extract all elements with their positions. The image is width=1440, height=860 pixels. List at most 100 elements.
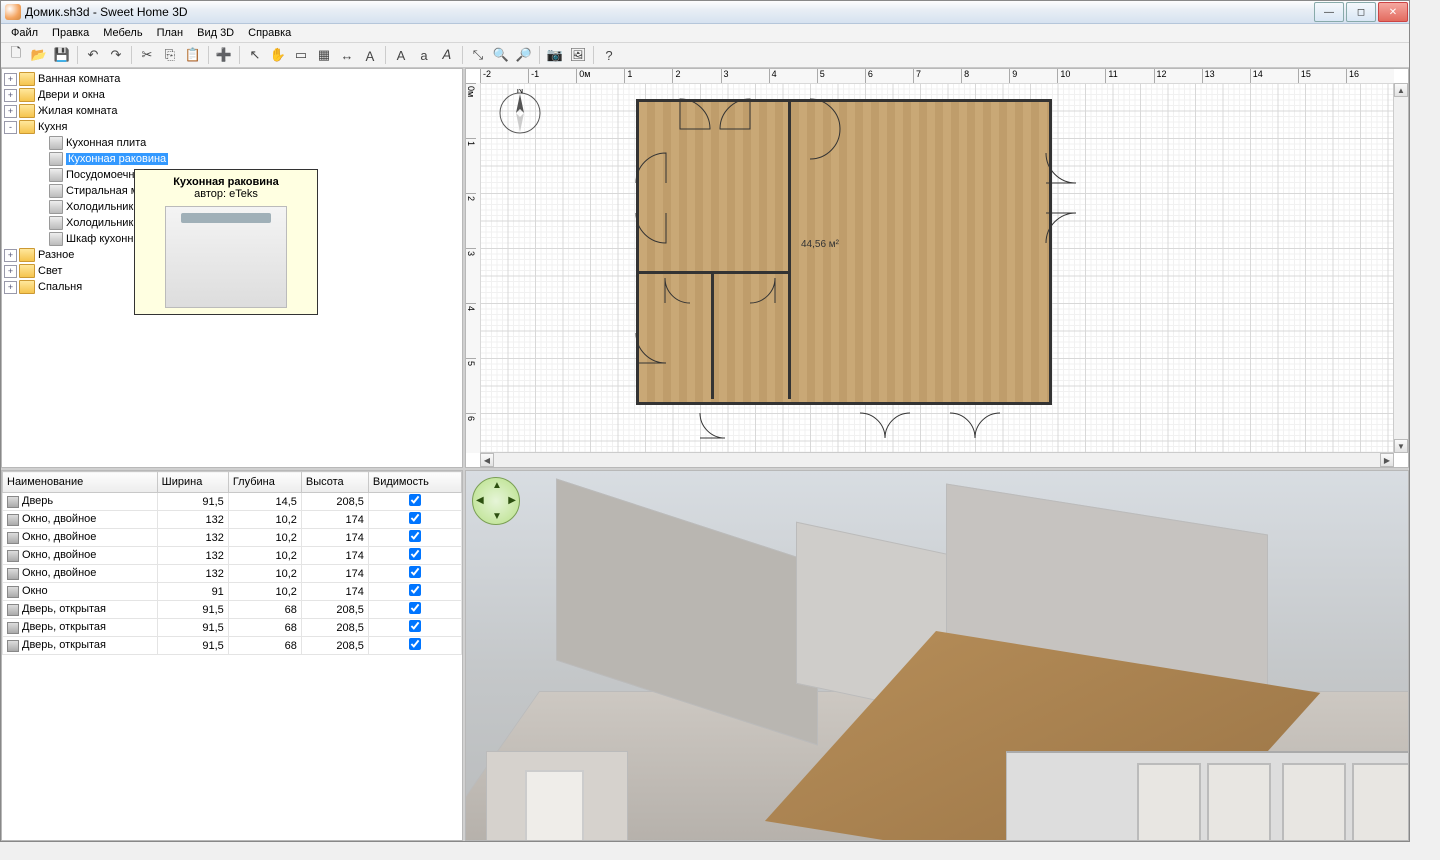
room-button[interactable]: ▦	[313, 44, 335, 66]
italic-a-button[interactable]: 𝘈	[436, 44, 458, 66]
tree-category[interactable]: +Двери и окна	[4, 87, 460, 103]
visibility-checkbox[interactable]	[409, 494, 421, 506]
minimize-button[interactable]: —	[1314, 2, 1344, 22]
cell-width: 132	[157, 511, 228, 529]
tree-category[interactable]: +Ванная комната	[4, 71, 460, 87]
cell-visibility[interactable]	[368, 511, 461, 529]
copy-button[interactable]: ⎘	[159, 44, 181, 66]
table-row[interactable]: Окно, двойное 132 10,2 174	[3, 511, 462, 529]
photo-button[interactable]: 🖼	[567, 44, 589, 66]
scroll-down-icon[interactable]: ▼	[1394, 439, 1408, 453]
column-header[interactable]: Наименование	[3, 472, 158, 493]
table-row[interactable]: Дверь, открытая 91,5 68 208,5	[3, 637, 462, 655]
cell-visibility[interactable]	[368, 493, 461, 511]
menu-план[interactable]: План	[151, 26, 190, 40]
plan-scrollbar-vertical[interactable]: ▲ ▼	[1393, 83, 1408, 453]
table-row[interactable]: Дверь, открытая 91,5 68 208,5	[3, 601, 462, 619]
cell-visibility[interactable]	[368, 601, 461, 619]
table-row[interactable]: Дверь, открытая 91,5 68 208,5	[3, 619, 462, 637]
expand-icon[interactable]: -	[4, 121, 17, 134]
cell-visibility[interactable]	[368, 565, 461, 583]
wall[interactable]	[711, 271, 714, 399]
open-button[interactable]: 📂	[28, 44, 50, 66]
save-button[interactable]: 💾	[51, 44, 73, 66]
close-button[interactable]: ✕	[1378, 2, 1408, 22]
visibility-checkbox[interactable]	[409, 620, 421, 632]
zoom-in-button[interactable]: 🔍	[490, 44, 512, 66]
cell-visibility[interactable]	[368, 529, 461, 547]
pointer-button[interactable]: ⤡	[467, 44, 489, 66]
column-header[interactable]: Видимость	[368, 472, 461, 493]
scroll-left-icon[interactable]: ◀	[480, 453, 494, 467]
scroll-up-icon[interactable]: ▲	[1394, 83, 1408, 97]
expand-icon[interactable]: +	[4, 89, 17, 102]
menu-правка[interactable]: Правка	[46, 26, 95, 40]
expand-icon[interactable]: +	[4, 265, 17, 278]
tree-item[interactable]: Кухонная раковина	[4, 151, 460, 167]
column-header[interactable]: Глубина	[228, 472, 301, 493]
visibility-checkbox[interactable]	[409, 566, 421, 578]
column-header[interactable]: Высота	[301, 472, 368, 493]
add-furniture-button[interactable]: ➕	[213, 44, 235, 66]
paste-button[interactable]: 📋	[182, 44, 204, 66]
big-a-button[interactable]: A	[390, 44, 412, 66]
menu-вид 3d[interactable]: Вид 3D	[191, 26, 240, 40]
scroll-right-icon[interactable]: ▶	[1380, 453, 1394, 467]
table-row[interactable]: Окно, двойное 132 10,2 174	[3, 565, 462, 583]
expand-icon[interactable]: +	[4, 105, 17, 118]
cell-visibility[interactable]	[368, 547, 461, 565]
furniture-icon	[7, 640, 19, 652]
expand-icon[interactable]: +	[4, 281, 17, 294]
undo-button[interactable]: ↶	[82, 44, 104, 66]
zoom-out-button[interactable]: 🔎	[513, 44, 535, 66]
ruler-tick: 3	[721, 69, 769, 83]
visibility-checkbox[interactable]	[409, 584, 421, 596]
table-row[interactable]: Окно, двойное 132 10,2 174	[3, 529, 462, 547]
cell-visibility[interactable]	[368, 637, 461, 655]
cell-width: 91	[157, 583, 228, 601]
navigation-pad[interactable]: ▲ ▼ ◀ ▶	[472, 477, 520, 525]
wall[interactable]	[788, 271, 791, 399]
view3d-canvas[interactable]: ▲ ▼ ◀ ▶	[466, 471, 1408, 840]
furniture-icon	[49, 184, 63, 198]
visibility-checkbox[interactable]	[409, 548, 421, 560]
plan-scrollbar-horizontal[interactable]: ◀ ▶	[480, 452, 1394, 467]
furniture-table[interactable]: НаименованиеШиринаГлубинаВысотаВидимость…	[2, 471, 462, 655]
text-button[interactable]: Ａ	[359, 44, 381, 66]
menu-справка[interactable]: Справка	[242, 26, 297, 40]
cell-visibility[interactable]	[368, 583, 461, 601]
table-row[interactable]: Окно 91 10,2 174	[3, 583, 462, 601]
new-button[interactable]: 🗋	[5, 44, 27, 66]
camera-button[interactable]: 📷	[544, 44, 566, 66]
cell-width: 132	[157, 565, 228, 583]
small-a-button[interactable]: a	[413, 44, 435, 66]
tree-category[interactable]: -Кухня	[4, 119, 460, 135]
table-row[interactable]: Дверь 91,5 14,5 208,5	[3, 493, 462, 511]
dimension-button[interactable]: ↔	[336, 44, 358, 66]
column-header[interactable]: Ширина	[157, 472, 228, 493]
help-button[interactable]: ?	[598, 44, 620, 66]
visibility-checkbox[interactable]	[409, 602, 421, 614]
select-button[interactable]: ↖	[244, 44, 266, 66]
titlebar[interactable]: Домик.sh3d - Sweet Home 3D — ◻ ✕	[1, 1, 1409, 24]
menu-файл[interactable]: Файл	[5, 26, 44, 40]
room-outline[interactable]	[636, 99, 1052, 405]
visibility-checkbox[interactable]	[409, 530, 421, 542]
wall[interactable]	[788, 99, 791, 274]
redo-button[interactable]: ↷	[105, 44, 127, 66]
tree-category[interactable]: +Жилая комната	[4, 103, 460, 119]
expand-icon[interactable]: +	[4, 249, 17, 262]
table-row[interactable]: Окно, двойное 132 10,2 174	[3, 547, 462, 565]
cut-button[interactable]: ✂	[136, 44, 158, 66]
cell-visibility[interactable]	[368, 619, 461, 637]
expand-icon[interactable]: +	[4, 73, 17, 86]
pan-button[interactable]: ✋	[267, 44, 289, 66]
visibility-checkbox[interactable]	[409, 638, 421, 650]
maximize-button[interactable]: ◻	[1346, 2, 1376, 22]
tree-item[interactable]: Кухонная плита	[4, 135, 460, 151]
plan-canvas[interactable]: -2-10м12345678910111213141516 0м123456 N…	[466, 69, 1408, 467]
visibility-checkbox[interactable]	[409, 512, 421, 524]
cell-width: 132	[157, 529, 228, 547]
menu-мебель[interactable]: Мебель	[97, 26, 148, 40]
wall-button[interactable]: ▭	[290, 44, 312, 66]
